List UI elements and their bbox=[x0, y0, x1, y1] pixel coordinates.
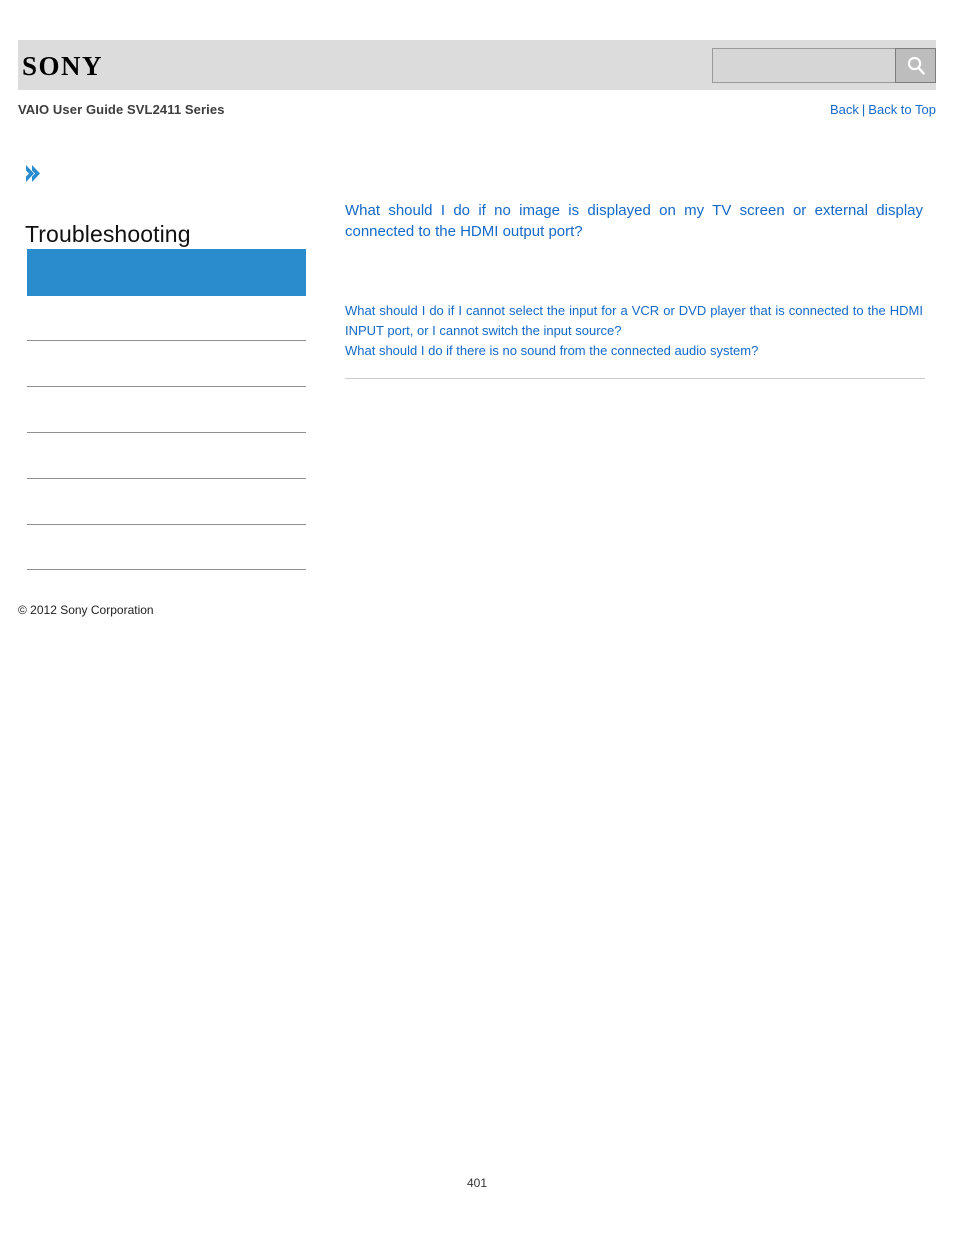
copyright-text: © 2012 Sony Corporation bbox=[18, 603, 154, 617]
content-divider bbox=[345, 378, 925, 379]
section-heading: Troubleshooting bbox=[25, 221, 191, 247]
back-to-top-link[interactable]: Back to Top bbox=[868, 102, 936, 117]
sidebar-divider bbox=[27, 524, 306, 525]
sidebar-divider bbox=[27, 386, 306, 387]
topic-title-text: What should I do if no image is displaye… bbox=[345, 202, 923, 240]
double-chevron-right-icon[interactable] bbox=[24, 162, 44, 186]
guide-title: VAIO User Guide SVL2411 Series bbox=[18, 102, 225, 117]
sidebar-divider bbox=[27, 432, 306, 433]
sidebar-item-selected[interactable] bbox=[27, 249, 306, 296]
search-button[interactable] bbox=[895, 48, 936, 83]
nav-separator: | bbox=[861, 102, 866, 117]
page-number: 401 bbox=[466, 1176, 488, 1190]
sidebar-divider bbox=[27, 340, 306, 341]
related-links-list: What should I do if I cannot select the … bbox=[345, 301, 923, 361]
sony-logo: SONY bbox=[22, 51, 104, 81]
header-nav: Back | Back to Top bbox=[830, 102, 936, 117]
topic-title[interactable]: What should I do if no image is displaye… bbox=[345, 200, 923, 242]
related-link[interactable]: What should I do if there is no sound fr… bbox=[345, 341, 923, 361]
search-icon bbox=[905, 55, 927, 77]
related-link[interactable]: What should I do if I cannot select the … bbox=[345, 301, 923, 341]
search-area bbox=[712, 48, 936, 83]
back-link[interactable]: Back bbox=[830, 102, 859, 117]
sidebar-divider bbox=[27, 569, 306, 570]
sidebar-divider bbox=[27, 478, 306, 479]
search-input[interactable] bbox=[712, 48, 895, 83]
